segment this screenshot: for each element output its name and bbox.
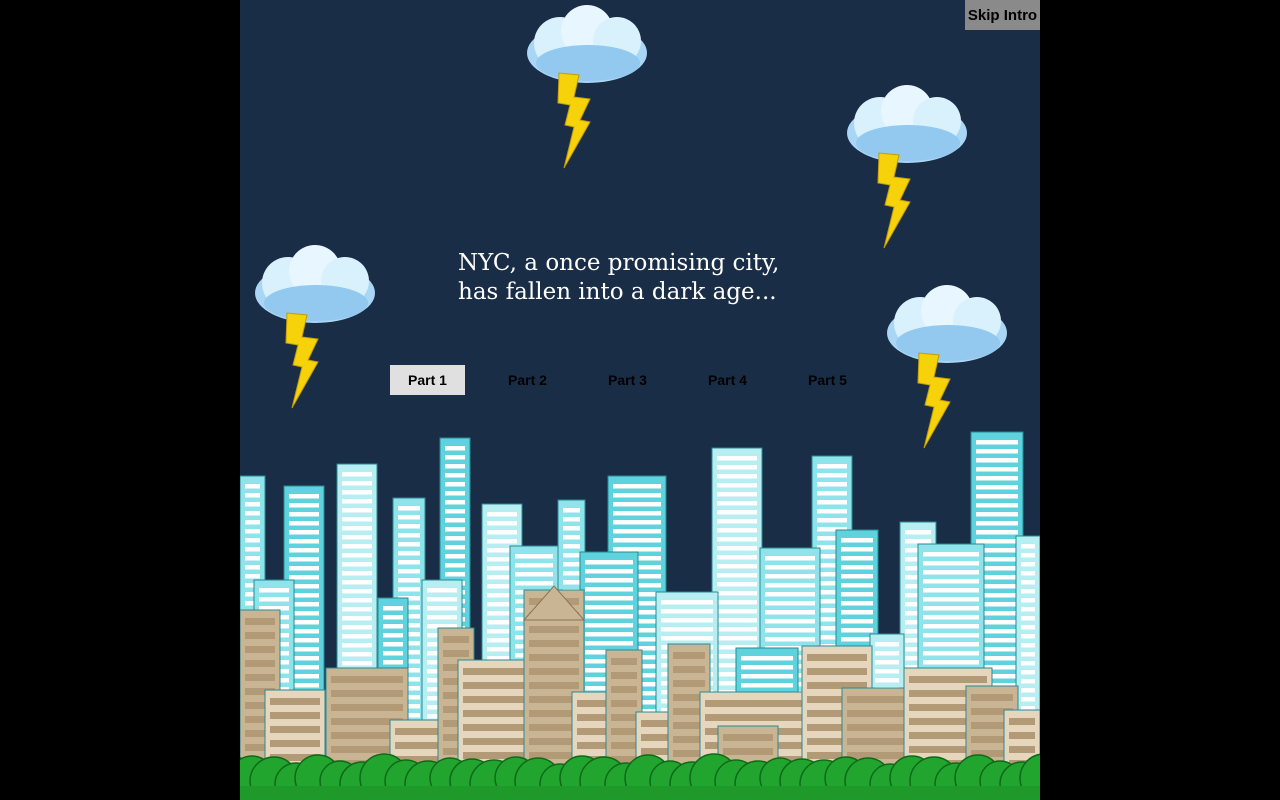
ground xyxy=(240,786,1040,800)
lightning-bolt-icon xyxy=(557,72,591,169)
storm-cloud-icon xyxy=(527,5,647,169)
cloud-shape xyxy=(255,245,375,323)
cloud-shape xyxy=(527,5,647,83)
tab-part-5[interactable]: Part 5 xyxy=(790,365,865,395)
tab-part-1[interactable]: Part 1 xyxy=(390,365,465,395)
cloud-shape xyxy=(887,285,1007,363)
tab-part-3[interactable]: Part 3 xyxy=(590,365,665,395)
cloud-shape xyxy=(847,85,967,163)
lightning-bolt-icon xyxy=(877,152,911,249)
storm-cloud-icon xyxy=(847,85,967,249)
lightning-bolt-icon xyxy=(285,312,319,409)
story-text: NYC, a once promising city, has fallen i… xyxy=(458,250,780,305)
skip-intro-button[interactable]: Skip Intro xyxy=(965,0,1040,30)
city-skyline xyxy=(240,431,1040,800)
storm-cloud-icon xyxy=(255,245,375,409)
game-stage: Skip Intro NYC, a once promising city, h… xyxy=(240,0,1040,800)
tab-part-4[interactable]: Part 4 xyxy=(690,365,765,395)
tab-part-2[interactable]: Part 2 xyxy=(490,365,565,395)
